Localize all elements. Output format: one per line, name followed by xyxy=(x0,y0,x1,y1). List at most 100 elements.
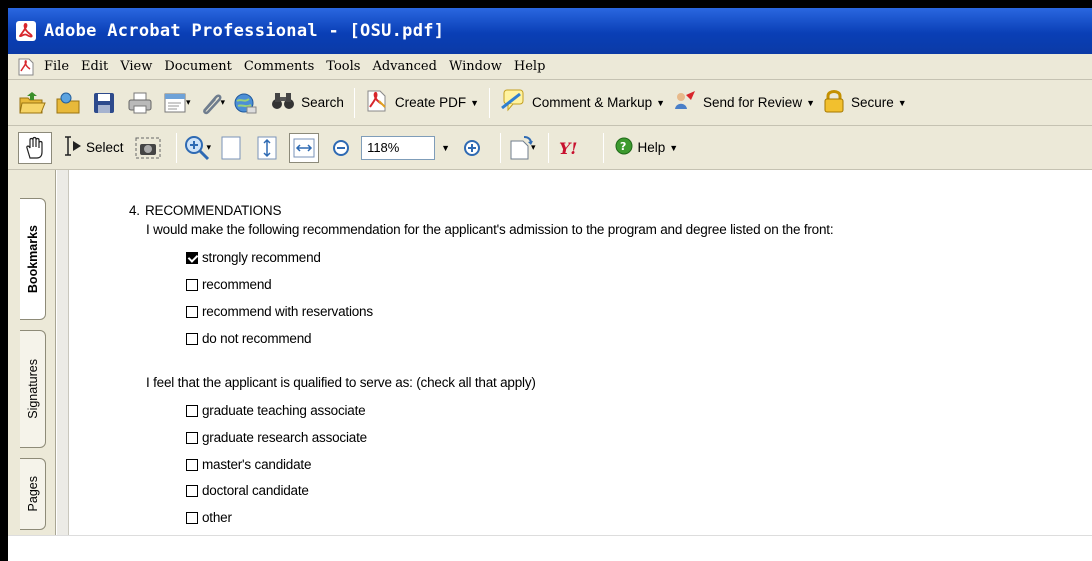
checkbox[interactable] xyxy=(186,511,198,524)
save-icon[interactable] xyxy=(90,89,118,117)
create-pdf-icon xyxy=(365,89,389,116)
organizer-icon[interactable] xyxy=(54,89,82,117)
text-cursor-icon xyxy=(62,135,84,160)
checkbox[interactable] xyxy=(186,404,198,417)
role-option[interactable]: graduate teaching associate xyxy=(186,403,366,418)
menu-view[interactable]: View xyxy=(114,59,158,74)
secure-label: Secure xyxy=(851,95,894,110)
comment-markup-label: Comment & Markup xyxy=(532,95,653,110)
print-icon[interactable] xyxy=(126,89,154,117)
checkbox[interactable] xyxy=(186,431,198,444)
acrobat-window: Adobe Acrobat Professional - [OSU.pdf] F… xyxy=(8,8,1092,561)
option-label: strongly recommend xyxy=(202,250,321,265)
tab-pages[interactable]: Pages xyxy=(20,458,46,530)
option-label: graduate research associate xyxy=(202,430,367,445)
menu-file[interactable]: File xyxy=(38,59,75,74)
menu-advanced[interactable]: Advanced xyxy=(366,59,442,74)
tab-bookmarks-label: Bookmarks xyxy=(25,224,40,294)
chevron-down-icon: ▼ xyxy=(470,97,480,108)
hand-tool-icon[interactable] xyxy=(18,131,52,164)
zoom-in-plus-icon[interactable] xyxy=(458,134,486,162)
send-for-review-label: Send for Review xyxy=(703,95,803,110)
option-label: doctoral candidate xyxy=(202,483,309,498)
help-icon: ? xyxy=(614,136,634,159)
menu-tools[interactable]: Tools xyxy=(320,59,366,74)
zoom-level-field[interactable]: 118% xyxy=(361,135,436,160)
search-button[interactable]: Search xyxy=(267,88,348,118)
section-number: 4. xyxy=(129,203,140,218)
toolbar-separator xyxy=(547,132,549,163)
toolbar-separator xyxy=(602,132,604,163)
option-label: other xyxy=(202,510,232,525)
zoom-dropdown-icon[interactable]: ▼ xyxy=(441,143,450,153)
snapshot-icon[interactable] xyxy=(134,134,162,162)
zoom-tool-dropdown-icon[interactable]: ▾ xyxy=(207,142,212,153)
zoom-level-value: 118% xyxy=(367,140,400,155)
tab-bookmarks[interactable]: Bookmarks xyxy=(20,198,46,320)
search-label: Search xyxy=(301,95,344,110)
attach-dropdown-icon[interactable]: ▾ xyxy=(221,97,226,108)
checkbox[interactable] xyxy=(186,332,198,345)
recommendation-option[interactable]: strongly recommend xyxy=(186,250,321,265)
zoom-out-icon[interactable] xyxy=(327,134,355,162)
checkbox[interactable] xyxy=(186,278,198,291)
document-bottom-area xyxy=(8,535,1092,561)
tab-signatures[interactable]: Signatures xyxy=(20,330,46,448)
tab-pages-label: Pages xyxy=(25,476,40,512)
chevron-down-icon: ▼ xyxy=(656,97,666,108)
option-label: graduate teaching associate xyxy=(202,403,366,418)
qualified-intro: I feel that the applicant is qualified t… xyxy=(146,375,536,390)
document-gutter xyxy=(57,170,69,535)
pdf-document-icon[interactable] xyxy=(18,58,34,76)
menu-edit[interactable]: Edit xyxy=(75,59,114,74)
yahoo-icon[interactable]: Y! xyxy=(555,134,589,162)
checkbox[interactable] xyxy=(186,458,198,471)
menu-window[interactable]: Window xyxy=(443,59,508,74)
comment-markup-button[interactable]: Comment & Markup ▼ xyxy=(496,88,669,118)
help-label: Help xyxy=(637,140,666,155)
recommendation-option[interactable]: recommend with reservations xyxy=(186,304,373,319)
binoculars-icon xyxy=(271,91,295,114)
window-title: Adobe Acrobat Professional - [OSU.pdf] xyxy=(44,21,445,41)
create-pdf-label: Create PDF xyxy=(394,95,467,110)
email-dropdown-icon[interactable]: ▾ xyxy=(186,97,191,108)
recommendation-option[interactable]: recommend xyxy=(186,277,272,292)
web-globe-icon[interactable] xyxy=(231,89,259,117)
checkbox[interactable] xyxy=(186,484,198,497)
fit-page-icon[interactable] xyxy=(253,134,281,162)
role-option[interactable]: master's candidate xyxy=(186,457,311,472)
open-folder-icon[interactable] xyxy=(18,89,46,117)
option-label: master's candidate xyxy=(202,457,312,472)
role-option[interactable]: graduate research associate xyxy=(186,430,367,445)
chevron-down-icon: ▼ xyxy=(897,97,907,108)
actual-size-icon[interactable] xyxy=(217,134,245,162)
checkbox[interactable] xyxy=(186,305,198,318)
recommendation-option[interactable]: do not recommend xyxy=(186,331,312,346)
document-page: 4. RECOMMENDATIONS I would make the foll… xyxy=(70,170,1092,535)
secure-button[interactable]: Secure ▼ xyxy=(819,88,911,118)
title-bar: Adobe Acrobat Professional - [OSU.pdf] xyxy=(8,8,1092,54)
menu-comments[interactable]: Comments xyxy=(238,59,320,74)
option-label: recommend with reservations xyxy=(202,304,373,319)
comment-markup-icon xyxy=(500,88,526,117)
role-option[interactable]: doctoral candidate xyxy=(186,483,309,498)
lock-icon xyxy=(823,88,845,117)
toolbar-separator xyxy=(489,87,491,118)
rotate-dropdown-icon[interactable]: ▾ xyxy=(531,142,536,153)
menu-bar: File Edit View Document Comments Tools A… xyxy=(8,54,1092,80)
recommendation-intro: I would make the following recommendatio… xyxy=(146,222,834,237)
checkbox-checked[interactable] xyxy=(186,251,198,264)
svg-text:Y!: Y! xyxy=(559,139,577,158)
create-pdf-button[interactable]: Create PDF ▼ xyxy=(361,88,483,118)
menu-help[interactable]: Help xyxy=(508,59,552,74)
tab-signatures-label: Signatures xyxy=(25,359,40,419)
chevron-down-icon: ▼ xyxy=(669,142,679,153)
section-title: RECOMMENDATIONS xyxy=(145,203,282,218)
role-option[interactable]: other xyxy=(186,510,232,525)
send-for-review-button[interactable]: Send for Review ▼ xyxy=(669,88,819,118)
menu-document[interactable]: Document xyxy=(158,59,238,74)
fit-width-icon[interactable] xyxy=(289,132,320,163)
select-tool-button[interactable]: Select xyxy=(58,133,128,163)
navigation-pane: Bookmarks Signatures Pages xyxy=(8,170,56,535)
help-button[interactable]: ? Help ▼ xyxy=(610,133,683,163)
